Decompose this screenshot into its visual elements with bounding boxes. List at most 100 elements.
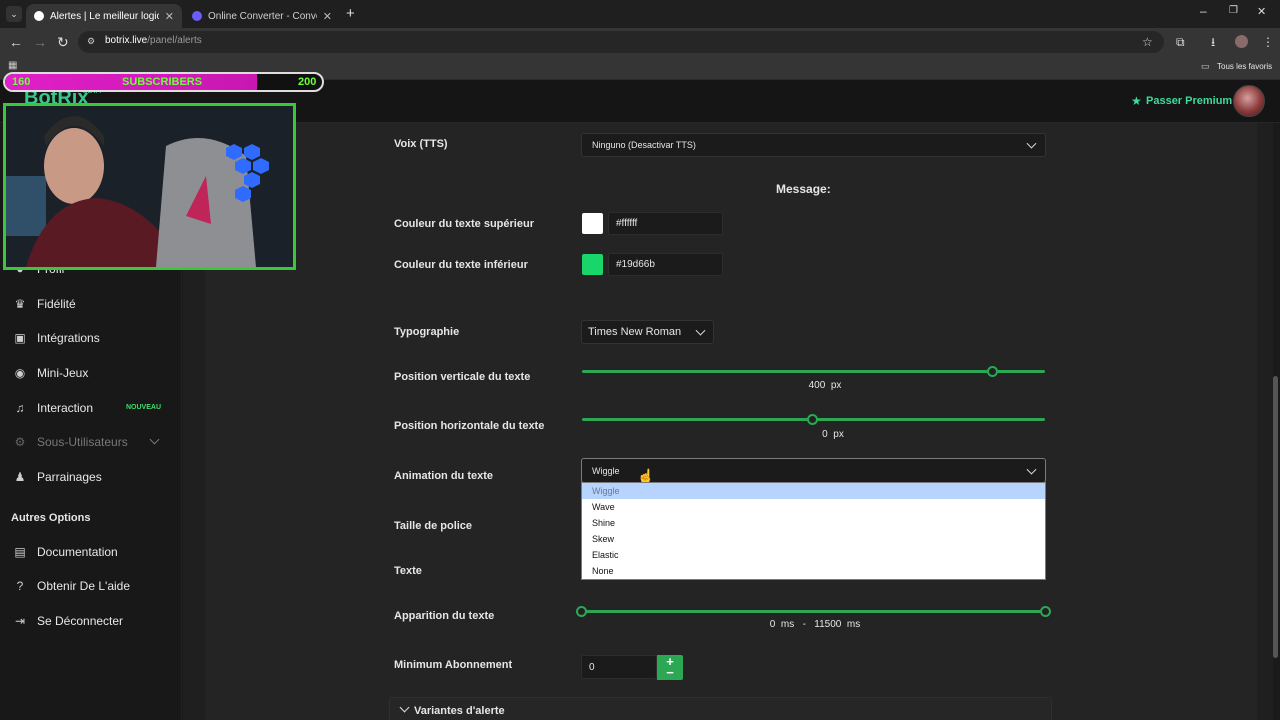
horizontal-slider-thumb[interactable]	[807, 414, 818, 425]
tab-alertes[interactable]: Alertes | Le meilleur logiciel po ✕	[26, 4, 182, 28]
sidebar-item-aide[interactable]: ? Obtenir De L'aide	[12, 576, 130, 596]
help-icon: ?	[16, 579, 24, 593]
sidebar-item-label: Fidélité	[37, 297, 76, 311]
url-path: /panel/alerts	[147, 35, 202, 46]
tts-select-value: Ninguno (Desactivar TTS)	[592, 140, 696, 150]
sidebar-item-label: Documentation	[37, 545, 118, 559]
goal-target-count: 200	[298, 76, 317, 88]
sidebar-item-parrainages[interactable]: ♟ Parrainages	[12, 467, 102, 487]
sidebar-item-documentation[interactable]: ▤ Documentation	[12, 542, 118, 562]
upgrade-premium-link[interactable]: Passer Premium	[1146, 95, 1232, 107]
new-badge: NOUVEAU	[126, 404, 162, 411]
webcam-feed	[3, 103, 296, 270]
site-info-icon[interactable]: ⚙	[87, 36, 95, 47]
sidebar-item-sous-utilisateurs[interactable]: ⚙ Sous-Utilisateurs	[12, 432, 128, 452]
download-icon[interactable]: ⭳	[1211, 34, 1215, 50]
premium-star-icon: ★	[1131, 94, 1142, 108]
profile-avatar[interactable]	[1235, 35, 1248, 48]
font-size-label: Taille de police	[394, 520, 473, 532]
animation-option[interactable]: Wiggle	[582, 483, 1045, 499]
bottom-color-swatch[interactable]	[582, 254, 603, 275]
forward-arrow-icon[interactable]: →	[33, 34, 47, 50]
webcam-scene-image	[6, 106, 293, 267]
horizontal-position-label: Position horizontale du texte	[394, 420, 545, 432]
appearance-max-value: 11500	[814, 619, 842, 630]
address-bar[interactable]	[78, 31, 1164, 53]
sidebar-item-label: Intégrations	[37, 331, 100, 345]
sidebar-item-label: Obtenir De L'aide	[37, 579, 131, 593]
back-arrow-icon[interactable]: ←	[9, 34, 23, 50]
animation-options-list[interactable]: Wiggle Wave Shine Skew Elastic None	[581, 482, 1046, 580]
appearance-unit: ms	[780, 619, 795, 630]
appearance-slider-track[interactable]	[582, 610, 1045, 613]
reload-icon[interactable]: ↻	[57, 34, 69, 50]
trophy-icon: ♛	[14, 297, 26, 311]
extensions-icon[interactable]: ⧉	[1176, 34, 1185, 50]
all-bookmarks-link[interactable]: Tous les favoris	[1217, 62, 1272, 71]
page-scrollbar[interactable]	[1273, 376, 1278, 658]
sidebar-item-label: Parrainages	[37, 470, 102, 484]
appearance-min-value: 0	[769, 619, 776, 630]
browser-tab-bar: ⌄ Alertes | Le meilleur logiciel po ✕ On…	[0, 0, 1280, 28]
vertical-unit: px	[830, 380, 842, 391]
appearance-max-thumb[interactable]	[1040, 606, 1051, 617]
browser-menu-icon[interactable]: ⋮	[1262, 34, 1274, 50]
top-color-label: Couleur du texte supérieur	[394, 218, 534, 230]
botrix-favicon-icon	[34, 11, 44, 21]
message-heading: Message:	[776, 182, 831, 196]
url-domain: botrix.live	[105, 35, 148, 46]
tts-select[interactable]: Ninguno (Desactivar TTS)	[581, 133, 1046, 157]
close-window-icon[interactable]: ✕	[1257, 5, 1266, 18]
sidebar-item-mini-jeux[interactable]: ◉ Mini-Jeux	[12, 363, 89, 383]
animation-label: Animation du texte	[394, 470, 494, 482]
sidebar-item-label: Sous-Utilisateurs	[37, 435, 128, 449]
sidebar-item-deconnecter[interactable]: ⇥ Se Déconnecter	[12, 611, 123, 631]
sidebar-section-title: Autres Options	[11, 512, 91, 524]
logout-icon: ⇥	[14, 614, 26, 628]
animation-option[interactable]: Shine	[582, 515, 1045, 531]
bookmark-star-icon[interactable]: ☆	[1142, 34, 1153, 50]
chevron-down-icon	[1026, 464, 1037, 475]
animation-option[interactable]: Skew	[582, 531, 1045, 547]
tab-online-converter[interactable]: Online Converter - Convert Ima ✕	[184, 4, 340, 28]
tab-search-button[interactable]: ⌄	[6, 6, 22, 22]
horizontal-value: 0	[822, 429, 828, 440]
goal-current-count: 160	[12, 76, 31, 88]
sidebar-item-interaction[interactable]: ♫ Interaction	[12, 398, 94, 418]
converter-favicon-icon	[192, 11, 202, 21]
animation-option[interactable]: Elastic	[582, 547, 1045, 563]
font-select[interactable]: Times New Roman	[581, 320, 714, 344]
close-tab-icon[interactable]: ✕	[165, 10, 174, 23]
music-icon: ♫	[15, 401, 25, 415]
top-color-swatch[interactable]	[582, 213, 603, 234]
min-sub-label: Minimum Abonnement	[394, 659, 513, 671]
horizontal-unit: px	[833, 429, 844, 440]
url-text[interactable]: botrix.live/panel/alerts	[105, 35, 202, 46]
horizontal-value-readout: 0 px	[798, 429, 868, 440]
sidebar-item-integrations[interactable]: ▣ Intégrations	[12, 328, 100, 348]
appearance-unit: ms	[846, 619, 861, 630]
animation-option[interactable]: Wave	[582, 499, 1045, 515]
min-sub-stepper[interactable]: + −	[657, 655, 683, 680]
decrement-icon[interactable]: −	[657, 666, 683, 679]
variants-label: Variantes d'alerte	[414, 705, 505, 717]
animation-option[interactable]: None	[582, 563, 1045, 579]
new-tab-button[interactable]: +	[346, 5, 355, 22]
sidebar-item-fidelite[interactable]: ♛ Fidélité	[12, 294, 76, 314]
sidebar-item-label: Se Déconnecter	[37, 614, 124, 628]
bottom-color-input[interactable]: #19d66b	[608, 253, 723, 276]
top-color-input[interactable]: #ffffff	[608, 212, 723, 235]
folder-icon: ▭	[1201, 61, 1210, 71]
tab-title: Alertes | Le meilleur logiciel po	[50, 10, 159, 22]
alert-settings-panel	[205, 123, 1257, 720]
minimize-icon[interactable]: –	[1200, 4, 1207, 18]
vertical-slider-thumb[interactable]	[987, 366, 998, 377]
close-tab-icon[interactable]: ✕	[323, 10, 332, 23]
restore-icon[interactable]: ❐	[1229, 5, 1238, 16]
vertical-value-readout: 400 px	[790, 380, 860, 391]
vertical-slider-track[interactable]	[582, 370, 1045, 373]
chevron-down-icon	[695, 325, 706, 336]
min-sub-input[interactable]: 0	[581, 655, 657, 679]
user-avatar[interactable]	[1233, 85, 1265, 117]
appearance-min-thumb[interactable]	[576, 606, 587, 617]
